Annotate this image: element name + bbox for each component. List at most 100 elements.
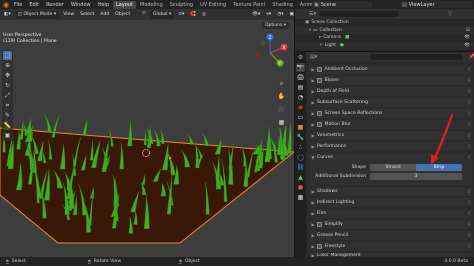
drag-handle-icon[interactable]: ⁞⁞ <box>468 244 470 250</box>
physics-tab-icon[interactable]: ◯ <box>296 153 305 162</box>
pin-icon[interactable]: 📌 <box>469 54 474 60</box>
workspace-tab-uv-editing[interactable]: UV Editing <box>197 1 229 9</box>
panel-bloom[interactable]: ▶ Bloom ⁞⁞ <box>309 76 472 85</box>
outliner-search-input[interactable] <box>319 11 399 17</box>
visibility-eye-icon[interactable]: 👁 <box>464 43 470 48</box>
output-tab-icon[interactable]: 🖨 <box>296 73 305 82</box>
outliner-display-icon[interactable]: ☰▾ <box>309 11 316 17</box>
drag-handle-icon[interactable]: ⁞⁞ <box>468 122 470 128</box>
workspace-tab-texture-paint[interactable]: Texture Paint <box>230 1 268 9</box>
properties-editor-type-icon[interactable]: ▤▾ <box>310 54 317 60</box>
visibility-icon[interactable]: 👁▾ <box>250 11 262 19</box>
drag-handle-icon[interactable]: ⁞⁞ <box>468 222 470 228</box>
menu-window[interactable]: Window <box>68 1 94 9</box>
drag-handle-icon[interactable]: ⁞⁞ <box>468 233 470 239</box>
texture-tab-icon[interactable]: ▦ <box>296 193 305 202</box>
cursor-tool-icon[interactable]: ⊕ <box>3 61 12 70</box>
panel-indirect-lighting[interactable]: ▶ Indirect Lighting ⁞⁞ <box>309 198 472 207</box>
add-cube-tool-icon[interactable]: ▣ <box>3 131 12 140</box>
filter-icon[interactable]: ▽ <box>448 11 452 17</box>
rotate-tool-icon[interactable]: ↻ <box>3 81 12 90</box>
overlay-icon[interactable]: ◔▾ <box>275 11 285 19</box>
outliner-row-light[interactable]: ✶ Light ● 👁 <box>295 41 474 49</box>
panel-subsurface-scattering[interactable]: ▶ Subsurface Scattering ⁞⁞ <box>309 98 472 107</box>
checkbox[interactable] <box>317 122 322 127</box>
expand-arrow-icon[interactable]: ▾ <box>309 28 311 33</box>
properties-search-input[interactable] <box>370 53 463 60</box>
menu-help[interactable]: Help <box>95 1 112 9</box>
drag-handle-icon[interactable]: ⁞⁞ <box>468 133 470 139</box>
drag-handle-icon[interactable]: ⁞⁞ <box>468 211 470 217</box>
move-tool-icon[interactable]: ✥ <box>3 71 12 80</box>
scale-tool-icon[interactable]: ⤢ <box>3 91 12 100</box>
panel-depth-of-field[interactable]: ▶ Depth of Field ⁞⁞ <box>309 87 472 96</box>
particles-tab-icon[interactable]: ∴ <box>296 143 305 152</box>
snap-icon[interactable]: 🧲 <box>188 11 198 19</box>
panel-shadows[interactable]: ▶ Shadows ⁞⁞ <box>309 187 472 196</box>
visibility-eye-icon[interactable]: 👁 <box>464 35 470 40</box>
grid-perspective-icon[interactable]: ▦ <box>276 117 287 128</box>
measure-tool-icon[interactable]: 📏 <box>3 121 12 130</box>
world-tab-icon[interactable]: ◉ <box>296 103 305 112</box>
subdivision-field[interactable]: 3 <box>370 173 462 180</box>
drag-handle-icon[interactable]: ⁞⁞ <box>468 155 470 161</box>
checkbox[interactable] <box>317 67 322 72</box>
options-dropdown[interactable]: Options ▾ <box>262 22 290 29</box>
outliner-row-collection[interactable]: ▾ ▭ Collection ☑ <box>295 26 474 34</box>
checkbox[interactable] <box>317 222 322 227</box>
editor-type-icon[interactable]: ◧▾ <box>2 11 13 19</box>
gizmo-icon[interactable]: ⌖▾ <box>264 11 273 19</box>
collection-tab-icon[interactable]: ▭ <box>296 113 305 122</box>
checkbox-icon[interactable]: ☑ <box>466 28 470 33</box>
object-tab-icon[interactable]: ■ <box>296 123 305 132</box>
3d-viewport[interactable]: User Perspective (119) Collection | Plan… <box>0 20 294 257</box>
pivot-icon[interactable]: ⊙▾ <box>176 11 186 19</box>
checkbox[interactable] <box>317 111 322 116</box>
outliner-row-scene-collection[interactable]: ▣ Scene Collection <box>295 19 474 27</box>
scene-tab-icon[interactable]: ◔ <box>296 93 305 102</box>
navigation-gizmo[interactable]: Z X Y <box>250 31 292 71</box>
menu-object[interactable]: Object <box>113 11 132 19</box>
view-layer-tab-icon[interactable]: ▤ <box>296 83 305 92</box>
zoom-icon[interactable]: ⌕ <box>276 78 287 89</box>
drag-handle-icon[interactable]: ⁞⁞ <box>468 144 470 150</box>
camera-view-icon[interactable]: 🎥 <box>276 104 287 115</box>
drag-handle-icon[interactable]: ⁞⁞ <box>468 67 470 73</box>
annotate-tool-icon[interactable]: ✎ <box>3 111 12 120</box>
menu-edit[interactable]: Edit <box>26 1 42 9</box>
menu-add[interactable]: Add <box>98 11 111 19</box>
panel-ambient-occlusion[interactable]: ▶ Ambient Occlusion ⁞⁞ <box>309 65 472 74</box>
render-tab-icon[interactable]: 📷 <box>296 63 305 72</box>
shape-strand-button[interactable]: Strand <box>370 163 416 171</box>
drag-handle-icon[interactable]: ⁞⁞ <box>468 78 470 84</box>
menu-render[interactable]: Render <box>43 1 67 9</box>
modifier-tab-icon[interactable]: 🔧 <box>296 133 305 142</box>
workspace-tab-sculpting[interactable]: Sculpting <box>167 1 196 9</box>
material-tab-icon[interactable]: ● <box>296 183 305 192</box>
panel-grease-pencil[interactable]: ▶ Grease Pencil ⁞⁞ <box>309 231 472 240</box>
panel-film[interactable]: ▶ Film ⁞⁞ <box>309 209 472 218</box>
menu-file[interactable]: File <box>11 1 25 9</box>
blender-logo-icon[interactable]: ◉ <box>2 1 10 9</box>
drag-handle-icon[interactable]: ⁞⁞ <box>468 89 470 95</box>
menu-select[interactable]: Select <box>78 11 96 19</box>
constraints-tab-icon[interactable]: ⛓ <box>296 163 305 172</box>
panel-freestyle[interactable]: ▶ Freestyle ⁞⁞ <box>309 242 472 251</box>
drag-handle-icon[interactable]: ⁞⁞ <box>468 111 470 117</box>
data-tab-icon[interactable]: ▲ <box>296 173 305 182</box>
checkbox[interactable] <box>317 244 322 249</box>
drag-handle-icon[interactable]: ⁞⁞ <box>468 100 470 106</box>
scene-selector[interactable]: ▣ Scene <box>312 1 372 8</box>
drag-handle-icon[interactable]: ⁞⁞ <box>468 189 470 195</box>
mode-dropdown[interactable]: ◫ Object Mode ▾ <box>14 10 60 19</box>
pan-hand-icon[interactable]: ✋ <box>276 91 287 102</box>
transform-orientation-dropdown[interactable]: Global ▾ <box>149 10 175 19</box>
transform-tool-icon[interactable]: ⌗ <box>3 101 12 110</box>
workspace-tab-modeling[interactable]: Modeling <box>137 1 166 9</box>
workspace-tab-shading[interactable]: Shading <box>269 1 295 9</box>
checkbox[interactable] <box>317 78 322 83</box>
tool-tab-icon[interactable]: ⚙ <box>296 53 305 62</box>
menu-view[interactable]: View <box>61 11 76 19</box>
select-box-icon[interactable]: ⬚ <box>3 51 12 60</box>
drag-handle-icon[interactable]: ⁞⁞ <box>468 200 470 206</box>
